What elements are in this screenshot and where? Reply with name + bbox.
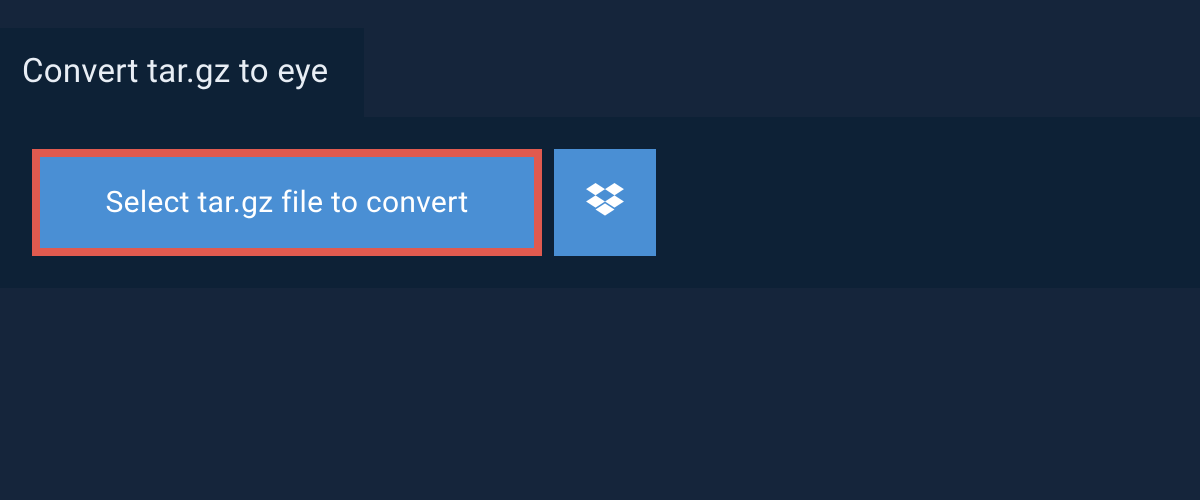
- content-panel: Select tar.gz file to convert: [0, 117, 1200, 288]
- button-row: Select tar.gz file to convert: [32, 149, 1200, 256]
- select-file-button[interactable]: Select tar.gz file to convert: [32, 149, 542, 256]
- select-file-label: Select tar.gz file to convert: [106, 185, 469, 220]
- header-tab: Convert tar.gz to eye: [0, 28, 364, 117]
- page-title: Convert tar.gz to eye: [22, 52, 328, 91]
- dropbox-icon: [586, 183, 624, 223]
- dropbox-button[interactable]: [554, 149, 656, 256]
